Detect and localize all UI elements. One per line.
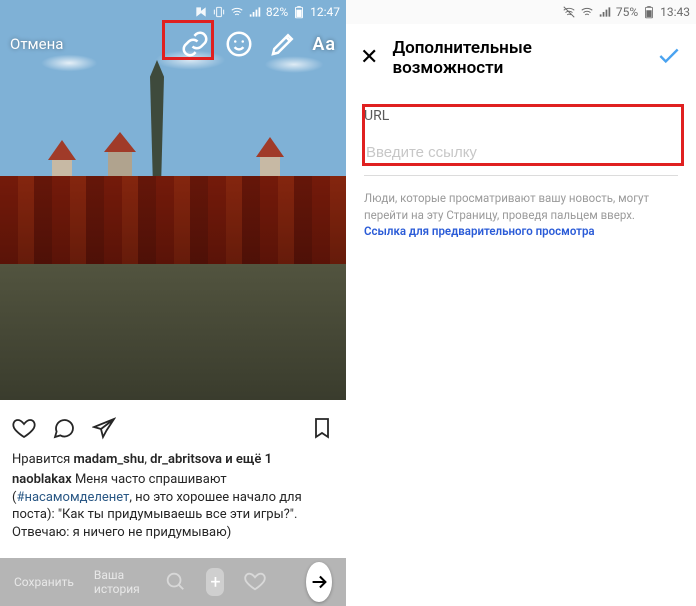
comment-icon[interactable] [52,416,76,444]
vibrate-icon [212,5,226,19]
your-story-button[interactable]: Ваша история [94,568,145,596]
story-footer: Сохранить Ваша история + [0,558,346,606]
story-editor-screen: 82% 12:47 Отмена Aa [0,0,346,606]
status-bar: 75% 13:43 [346,0,696,24]
bookmark-icon[interactable] [310,416,334,444]
confirm-icon[interactable] [656,43,682,73]
share-icon[interactable] [92,416,116,444]
panel-header: ✕ Дополнительные возможности [346,24,696,88]
send-story-button[interactable] [306,562,332,602]
face-sticker-icon[interactable] [224,29,254,59]
battery-percent: 82% [266,5,288,19]
nfc-icon [194,5,208,19]
hashtag-link[interactable]: #насамомделенет [16,490,129,505]
wifi-icon [230,5,244,19]
panel-title: Дополнительные возможности [392,38,642,78]
search-icon[interactable] [164,570,186,595]
save-button[interactable]: Сохранить [14,575,74,589]
cancel-button[interactable]: Отмена [10,35,63,53]
story-photo: 82% 12:47 Отмена Aa [0,0,346,400]
wifi-icon [580,5,594,19]
battery-icon [642,5,656,19]
battery-icon [292,5,306,19]
signal-icon [598,5,612,19]
clock: 13:43 [660,5,690,19]
battery-percent: 75% [616,5,638,19]
likes-line[interactable]: Нравится madam_shu, dr_abritsova и ещё 1 [12,452,334,467]
preview-link[interactable]: Ссылка для предварительного просмотра [364,224,595,238]
url-input[interactable] [364,130,678,176]
draw-icon[interactable] [268,29,298,59]
more-options-screen: 75% 13:43 ✕ Дополнительные возможности U… [346,0,696,606]
signal-icon [248,5,262,19]
like-icon[interactable] [12,416,36,444]
text-tool-button[interactable]: Aa [312,34,336,55]
url-hint: Люди, которые просматривают вашу новость… [364,190,678,240]
activity-icon[interactable] [244,570,266,595]
url-label: URL [364,108,678,124]
clock: 12:47 [310,5,340,19]
post-action-bar [12,410,334,452]
add-post-button[interactable]: + [206,568,224,596]
link-icon[interactable] [180,29,210,59]
wifi-off-icon [562,5,576,19]
status-bar: 82% 12:47 [0,0,346,24]
close-icon[interactable]: ✕ [360,47,378,69]
post-caption: naoblakax Меня часто спрашивают (#насамо… [12,471,334,541]
story-toolbar: Отмена Aa [0,24,346,64]
